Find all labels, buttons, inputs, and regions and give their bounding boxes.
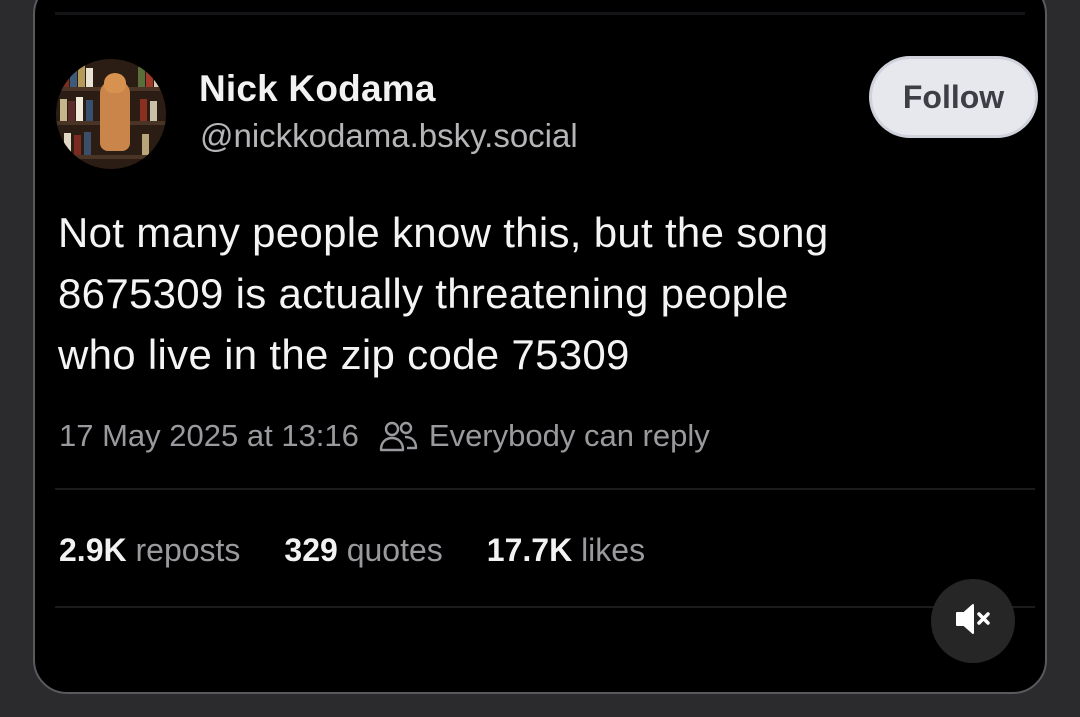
likes-stat[interactable]: 17.7K likes — [487, 532, 645, 569]
people-icon — [379, 419, 419, 453]
reposts-count: 2.9K — [59, 532, 127, 568]
top-divider — [55, 12, 1025, 15]
follow-button[interactable]: Follow — [869, 56, 1038, 138]
post-timestamp: 17 May 2025 at 13:16 — [59, 418, 359, 453]
quotes-stat[interactable]: 329 quotes — [284, 532, 442, 569]
post-card: Nick Kodama @nickkodama.bsky.social Foll… — [33, 0, 1047, 694]
author-name[interactable]: Nick Kodama — [199, 68, 436, 110]
post-line: 8675309 is actually threatening people — [58, 270, 789, 317]
quotes-label: quotes — [346, 532, 443, 568]
mute-button[interactable] — [931, 579, 1015, 663]
divider — [55, 606, 1035, 608]
quotes-count: 329 — [284, 532, 338, 568]
post-line: Not many people know this, but the song — [58, 209, 829, 256]
post-line: who live in the zip code 75309 — [58, 331, 630, 378]
author-handle[interactable]: @nickkodama.bsky.social — [200, 117, 578, 155]
avatar[interactable] — [56, 59, 166, 169]
post-meta: 17 May 2025 at 13:16 Everybody can reply — [59, 418, 710, 454]
reposts-stat[interactable]: 2.9K reposts — [59, 532, 240, 569]
cat-figure — [100, 73, 130, 151]
divider — [55, 488, 1035, 490]
reply-setting[interactable]: Everybody can reply — [429, 418, 710, 454]
post-text: Not many people know this, but the song … — [58, 202, 1018, 385]
reposts-label: reposts — [135, 532, 241, 568]
likes-label: likes — [581, 532, 646, 568]
screen-frame: Nick Kodama @nickkodama.bsky.social Foll… — [0, 0, 1080, 717]
muted-speaker-icon — [951, 597, 995, 646]
likes-count: 17.7K — [486, 532, 573, 568]
post-stats: 2.9K reposts 329 quotes 17.7K likes — [59, 532, 689, 569]
